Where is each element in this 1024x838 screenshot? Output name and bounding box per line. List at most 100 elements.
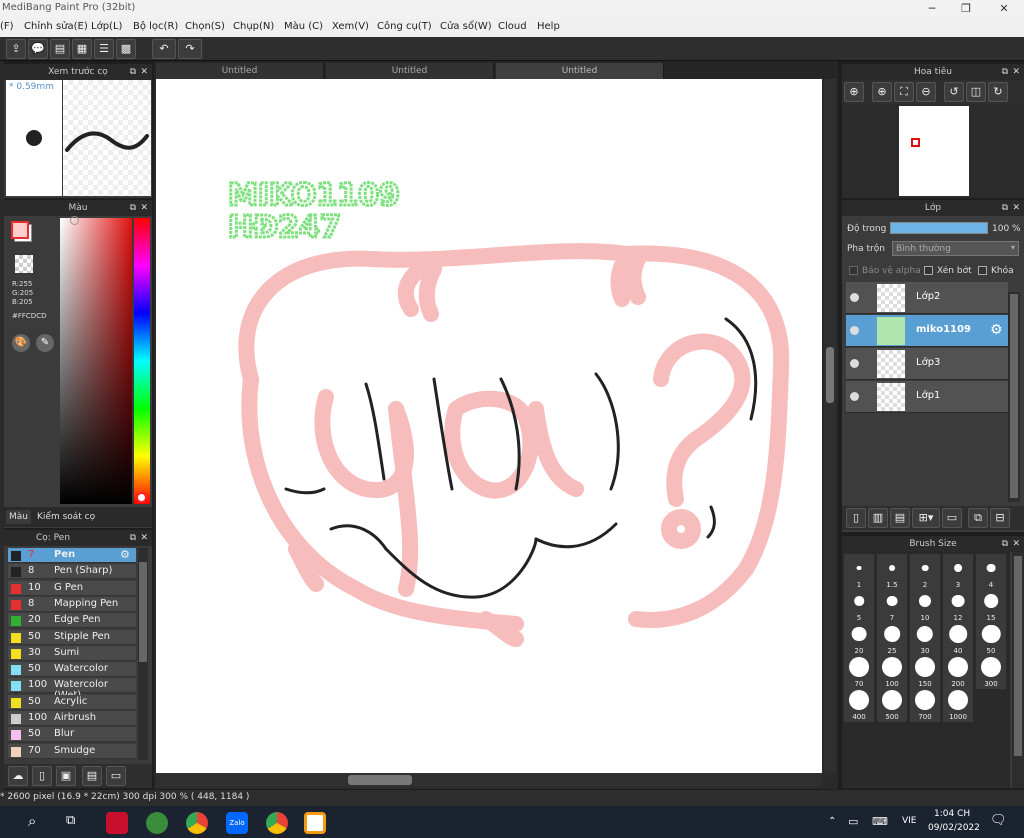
- popout-icon[interactable]: ⧉: [130, 64, 136, 80]
- brush-item[interactable]: 70 Smudge: [8, 743, 136, 759]
- minimize-button[interactable]: ─: [914, 0, 950, 18]
- new-brush-icon[interactable]: ▯: [32, 766, 52, 786]
- maximize-button[interactable]: ❐: [948, 0, 984, 18]
- brush-size-option[interactable]: 50: [976, 620, 1006, 656]
- gear-icon[interactable]: ⚙: [120, 548, 130, 561]
- brush-size-option[interactable]: 300: [976, 653, 1006, 689]
- gear-icon[interactable]: ⚙: [990, 322, 1003, 338]
- brush-size-option[interactable]: 5: [844, 587, 874, 623]
- close-button[interactable]: ✕: [986, 0, 1022, 18]
- layer-scroll-thumb[interactable]: [1010, 294, 1018, 498]
- tab-untitled-1[interactable]: Untitled: [156, 63, 324, 79]
- add-brush-icon[interactable]: ▣: [56, 766, 76, 786]
- menu-edit[interactable]: Chỉnh sửa(E): [24, 21, 88, 32]
- layer-row[interactable]: Lớp3: [846, 348, 1008, 380]
- palette-edit-icon[interactable]: ✎: [36, 334, 54, 352]
- brush-size-option[interactable]: 30: [910, 620, 940, 656]
- canvas-hscroll-thumb[interactable]: [348, 775, 412, 785]
- brush-item[interactable]: 8 Pen (Sharp): [8, 564, 136, 580]
- brush-list-scroll-thumb[interactable]: [139, 562, 147, 662]
- brush-size-option[interactable]: 1: [844, 554, 874, 590]
- zoom-in-icon[interactable]: ⊕: [872, 82, 892, 102]
- brush-item[interactable]: 8 Mapping Pen: [8, 596, 136, 612]
- menu-window[interactable]: Cửa sổ(W): [440, 21, 492, 32]
- close-panel-icon[interactable]: ✕: [140, 200, 148, 216]
- opacity-slider[interactable]: [890, 222, 988, 234]
- menu-file[interactable]: (F): [0, 21, 14, 32]
- close-panel-icon[interactable]: ✕: [1012, 64, 1020, 80]
- new-halftone-layer-icon[interactable]: ▥: [868, 508, 888, 528]
- brush-size-option[interactable]: 150: [910, 653, 940, 689]
- layer-row[interactable]: Lớp1: [846, 381, 1008, 413]
- brush-size-option[interactable]: 200: [943, 653, 973, 689]
- saturation-value-picker[interactable]: [60, 216, 132, 504]
- brush-item[interactable]: 50 Watercolor: [8, 662, 136, 678]
- keyboard-icon[interactable]: ⌨: [872, 815, 888, 828]
- undo-button[interactable]: ↶: [152, 39, 176, 59]
- brush-size-scrollbar[interactable]: [1012, 552, 1024, 788]
- tab-untitled-3[interactable]: Untitled: [496, 63, 664, 79]
- tab-color[interactable]: Màu: [6, 510, 31, 524]
- drawing-canvas[interactable]: MIKO1109 HĐ247: [156, 79, 822, 773]
- eye-icon[interactable]: [850, 392, 859, 401]
- brush-item[interactable]: 7 Pen ⚙: [8, 548, 136, 563]
- canvas-vertical-scrollbar[interactable]: [824, 79, 836, 773]
- chrome-icon[interactable]: [186, 812, 208, 834]
- brush-size-option[interactable]: 7: [877, 587, 907, 623]
- menu-tools[interactable]: Công cụ(T): [377, 21, 432, 32]
- menu-layer[interactable]: Lớp(L): [91, 21, 122, 32]
- brush-item[interactable]: 20 Edge Pen: [8, 613, 136, 629]
- chrome-icon-2[interactable]: [266, 812, 288, 834]
- brush-settings-icon[interactable]: ▤: [82, 766, 102, 786]
- clipping-checkbox[interactable]: [924, 266, 933, 275]
- menu-view[interactable]: Xem(V): [332, 21, 369, 32]
- layer-folder-icon[interactable]: ▭: [942, 508, 962, 528]
- fit-window-icon[interactable]: ◫: [966, 82, 986, 102]
- grid-check-icon[interactable]: ▩: [116, 39, 136, 59]
- menu-filter[interactable]: Bộ lọc(R): [133, 21, 178, 32]
- brush-item[interactable]: 100 Airbrush: [8, 711, 136, 726]
- redo-button[interactable]: ↷: [178, 39, 202, 59]
- layer-list-scrollbar[interactable]: [1008, 292, 1020, 502]
- layer-row[interactable]: Lớp2: [846, 282, 1008, 314]
- medibang-icon[interactable]: [304, 812, 326, 834]
- protect-alpha-checkbox[interactable]: [849, 266, 858, 275]
- canvas-vscroll-thumb[interactable]: [826, 347, 834, 403]
- rotate-right-icon[interactable]: ↻: [988, 82, 1008, 102]
- brush-size-option[interactable]: 10: [910, 587, 940, 623]
- blend-mode-select[interactable]: Bình thường ▾: [892, 241, 1019, 256]
- task-view-icon[interactable]: ⧉: [66, 813, 75, 828]
- clock-time[interactable]: 1:04 CH: [934, 809, 970, 819]
- menu-snap[interactable]: Chụp(N): [233, 21, 274, 32]
- eye-icon[interactable]: [850, 326, 859, 335]
- brush-size-option[interactable]: 40: [943, 620, 973, 656]
- brush-size-option[interactable]: 500: [877, 686, 907, 722]
- cloud-brush-icon[interactable]: ☁: [8, 766, 28, 786]
- brush-item[interactable]: 100Watercolor (Wet): [8, 678, 136, 701]
- brush-size-option[interactable]: 2: [910, 554, 940, 590]
- brush-size-option[interactable]: 3: [943, 554, 973, 590]
- brush-item[interactable]: 50 Blur: [8, 727, 136, 743]
- merge-layer-icon[interactable]: ⊟: [990, 508, 1010, 528]
- navigator-viewport-box[interactable]: [911, 138, 920, 147]
- brush-size-option[interactable]: 12: [943, 587, 973, 623]
- palette-icon[interactable]: 🎨: [12, 334, 30, 352]
- rotate-left-icon[interactable]: ↺: [944, 82, 964, 102]
- new-1bit-layer-icon[interactable]: ▤: [890, 508, 910, 528]
- brush-size-option[interactable]: 70: [844, 653, 874, 689]
- speech-bubble-icon[interactable]: 💬: [28, 39, 48, 59]
- brush-size-option[interactable]: 700: [910, 686, 940, 722]
- primary-color-swatch[interactable]: [11, 221, 29, 239]
- popout-icon[interactable]: ⧉: [1002, 200, 1008, 216]
- text-bubble-icon[interactable]: ▤: [50, 39, 70, 59]
- popout-icon[interactable]: ⧉: [1002, 64, 1008, 80]
- canvas-horizontal-scrollbar[interactable]: [156, 773, 822, 787]
- brush-size-option[interactable]: 100: [877, 653, 907, 689]
- brush-item[interactable]: 50 Stipple Pen: [8, 629, 136, 645]
- brush-size-option[interactable]: 4: [976, 554, 1006, 590]
- menu-help[interactable]: Help: [537, 21, 560, 32]
- brush-item[interactable]: 50 Acrylic: [8, 694, 136, 710]
- tab-brush-control[interactable]: Kiểm soát cọ: [34, 510, 98, 524]
- input-language[interactable]: VIE: [902, 816, 917, 826]
- zoom-in-icon[interactable]: ⊕: [844, 82, 864, 102]
